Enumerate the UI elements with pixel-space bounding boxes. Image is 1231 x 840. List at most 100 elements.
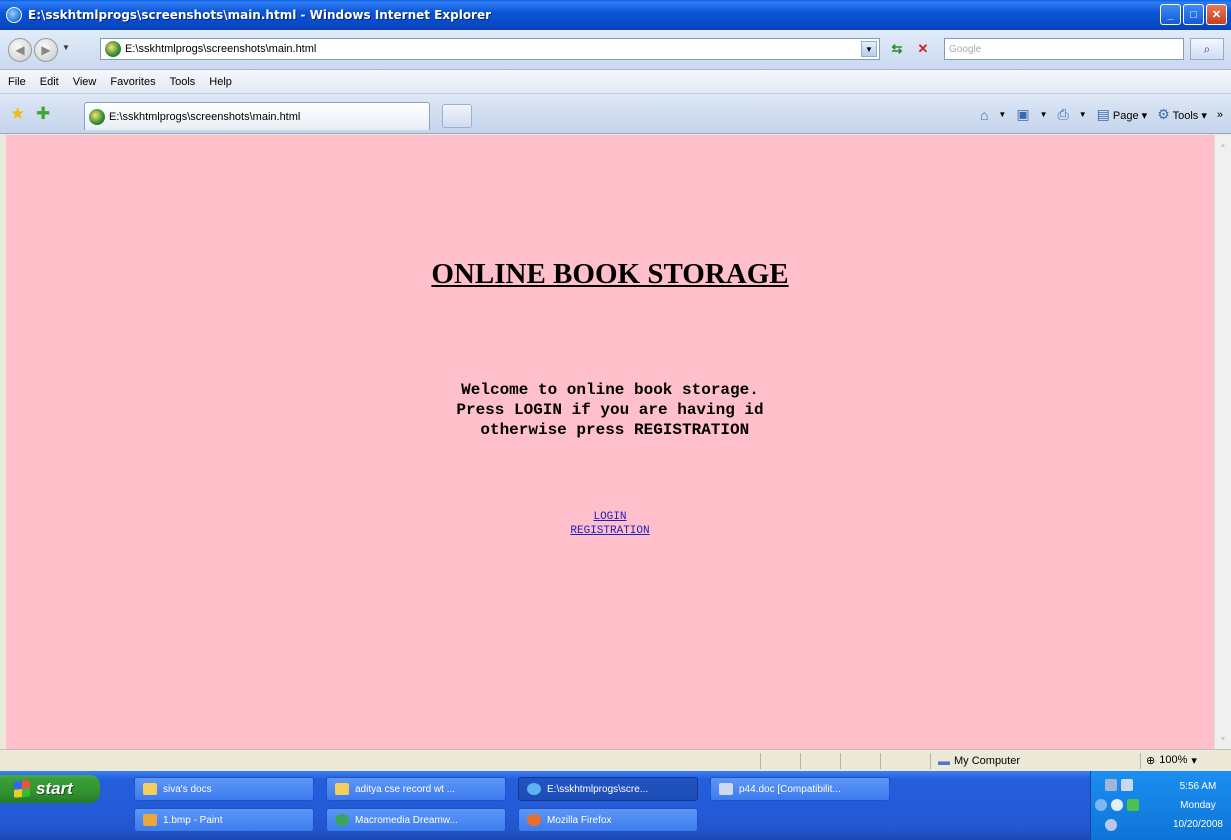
status-divider (930, 753, 931, 769)
folder-icon (335, 783, 349, 795)
forward-button[interactable]: ▶ (34, 38, 58, 62)
chevron-left-icon[interactable] (1095, 799, 1107, 811)
volume-icon[interactable] (1105, 819, 1117, 831)
arrow-left-icon: ◀ (15, 43, 25, 57)
taskbar: start siva's docs aditya cse record wt .… (0, 771, 1231, 840)
menu-favorites[interactable]: Favorites (110, 76, 155, 88)
page-menu-label: Page (1112, 110, 1139, 122)
command-bar: ⌂ ▼ ▣ ▼ ⎙ ▼ ▤ Page ▾ ⚙ Tools ▾ » (980, 106, 1223, 123)
page-menu-button[interactable]: ▤ Page ▾ (1097, 106, 1148, 123)
tab-main[interactable]: E:\sskhtmlprogs\screenshots\main.html (84, 102, 430, 130)
arrow-right-icon: ▶ (41, 43, 51, 57)
paint-icon (143, 814, 157, 826)
antivirus-icon[interactable] (1127, 799, 1139, 811)
zoom-dropdown-icon[interactable]: ▾ (1191, 754, 1197, 767)
start-label: start (36, 779, 73, 798)
network-icon[interactable] (1105, 779, 1117, 791)
task-label: siva's docs (163, 783, 212, 795)
welcome-message: Welcome to online book storage. Press LO… (6, 380, 1214, 440)
clock[interactable]: 5:56 AM Monday 10/20/2008 (1173, 777, 1223, 834)
tools-menu-button[interactable]: ⚙ Tools ▾ (1157, 106, 1207, 123)
maximize-button[interactable]: □ (1183, 4, 1204, 25)
word-icon (719, 783, 733, 795)
task-label: aditya cse record wt ... (355, 783, 456, 795)
page-icon (89, 108, 105, 125)
task-label: E:\sskhtmlprogs\scre... (547, 783, 649, 795)
taskbar-button-paint[interactable]: 1.bmp - Paint (134, 808, 314, 832)
zone-label: My Computer (954, 755, 1021, 767)
refresh-icon: ⇆ (891, 41, 903, 56)
new-tab-button[interactable] (442, 104, 472, 128)
menu-view[interactable]: View (73, 76, 97, 88)
system-tray: 5:56 AM Monday 10/20/2008 (1090, 771, 1231, 840)
gear-icon: ⚙ (1157, 106, 1170, 122)
security-zone[interactable]: ▬ My Computer (938, 754, 1020, 768)
taskbar-button-ie[interactable]: E:\sskhtmlprogs\scre... (518, 777, 698, 801)
status-divider (1140, 753, 1141, 769)
window-title: E:\sskhtmlprogs\screenshots\main.html - … (28, 8, 492, 22)
feeds-icon[interactable]: ▣ (1016, 106, 1029, 123)
welcome-line-3: otherwise press REGISTRATION (470, 421, 750, 439)
start-button[interactable]: start (0, 775, 100, 803)
refresh-button[interactable]: ⇆ (886, 39, 908, 59)
task-label: Macromedia Dreamw... (355, 814, 458, 826)
task-label: p44.doc [Compatibilit... (739, 783, 841, 795)
clock-time: 5:56 AM (1179, 781, 1217, 792)
clock-date: 10/20/2008 (1172, 819, 1223, 830)
feeds-dropdown[interactable]: ▼ (1040, 110, 1048, 119)
home-dropdown[interactable]: ▼ (998, 110, 1006, 119)
title-bar[interactable]: E:\sskhtmlprogs\screenshots\main.html - … (0, 0, 1231, 30)
favorites-star-icon[interactable]: ★ (10, 104, 25, 124)
close-button[interactable]: ✕ (1206, 4, 1227, 25)
taskbar-button-aditya-record[interactable]: aditya cse record wt ... (326, 777, 506, 801)
status-divider (760, 753, 761, 769)
address-bar[interactable]: E:\sskhtmlprogs\screenshots\main.html ▼ (100, 38, 880, 60)
scroll-down-icon[interactable]: ▼ (1215, 731, 1231, 747)
recent-pages-dropdown[interactable]: ▼ (62, 43, 70, 52)
computer-icon: ▬ (938, 754, 950, 768)
zoom-control[interactable]: ⊕ 100% ▾ (1146, 754, 1197, 767)
minimize-button[interactable]: _ (1160, 4, 1181, 25)
welcome-line-1: Welcome to online book storage. (461, 381, 759, 399)
address-input[interactable]: E:\sskhtmlprogs\screenshots\main.html (125, 43, 316, 55)
print-dropdown[interactable]: ▼ (1079, 110, 1087, 119)
menu-tools[interactable]: Tools (170, 76, 196, 88)
window-controls: _ □ ✕ (1160, 4, 1227, 25)
menu-edit[interactable]: Edit (40, 76, 59, 88)
registration-link[interactable]: REGISTRATION (6, 524, 1214, 538)
messenger-icon[interactable] (1111, 799, 1123, 811)
stop-button[interactable]: ✕ (912, 39, 934, 59)
address-dropdown-button[interactable]: ▼ (861, 41, 877, 57)
page-title: ONLINE BOOK STORAGE (431, 258, 789, 290)
ie-icon (527, 783, 541, 795)
scroll-up-icon[interactable]: ▲ (1215, 137, 1231, 153)
clock-day: Monday (1180, 800, 1216, 811)
search-icon: ⌕ (1203, 41, 1211, 56)
page-icon (105, 41, 121, 57)
menu-file[interactable]: File (8, 76, 26, 88)
status-divider (800, 753, 801, 769)
menu-bar: File Edit View Favorites Tools Help (0, 70, 1231, 94)
welcome-line-2: Press LOGIN if you are having id (456, 401, 764, 419)
search-button[interactable]: ⌕ (1190, 38, 1224, 60)
search-input[interactable]: Google (944, 38, 1184, 60)
back-button[interactable]: ◀ (8, 38, 32, 62)
windows-logo-icon (14, 780, 30, 798)
taskbar-button-dreamweaver[interactable]: Macromedia Dreamw... (326, 808, 506, 832)
task-label: Mozilla Firefox (547, 814, 612, 826)
print-icon[interactable]: ⎙ (1057, 106, 1068, 123)
network-icon[interactable] (1121, 779, 1133, 791)
vertical-scrollbar[interactable]: ▲ ▼ (1214, 135, 1231, 749)
add-favorites-icon[interactable]: ✚ (36, 104, 50, 124)
login-link[interactable]: LOGIN (6, 510, 1214, 524)
taskbar-button-word-doc[interactable]: p44.doc [Compatibilit... (710, 777, 890, 801)
home-icon[interactable]: ⌂ (980, 107, 988, 123)
status-divider (880, 753, 881, 769)
dreamweaver-icon (335, 814, 349, 826)
chevron-more-icon[interactable]: » (1217, 109, 1223, 121)
taskbar-button-sivas-docs[interactable]: siva's docs (134, 777, 314, 801)
address-toolbar: ◀ ▶ ▼ E:\sskhtmlprogs\screenshots\main.h… (0, 30, 1231, 70)
menu-help[interactable]: Help (209, 76, 232, 88)
taskbar-button-firefox[interactable]: Mozilla Firefox (518, 808, 698, 832)
folder-icon (143, 783, 157, 795)
